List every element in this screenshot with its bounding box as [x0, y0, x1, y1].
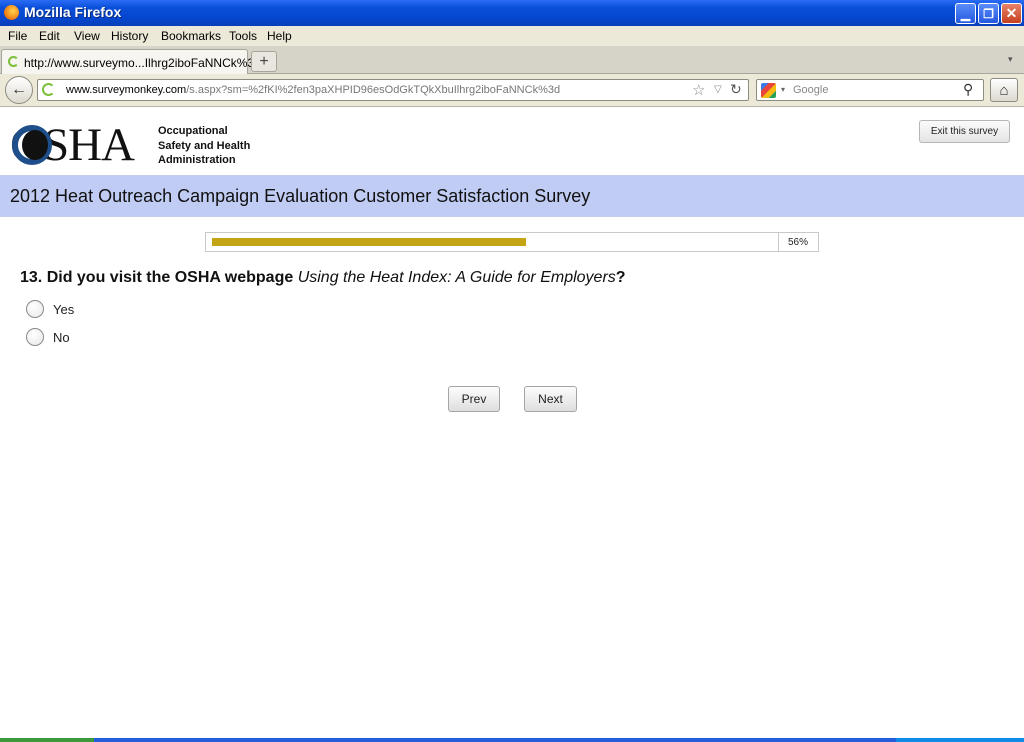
search-bar[interactable]: ▾ Google ⚲ [756, 79, 984, 101]
osha-agency-name: Occupational Safety and Health Administr… [158, 125, 251, 166]
tab-active[interactable]: http://www.surveymo...Ilhrg2iboFaNNCk%3d [1, 49, 261, 74]
radio-yes[interactable] [26, 300, 44, 318]
survey-title: 2012 Heat Outreach Campaign Evaluation C… [10, 186, 591, 206]
google-icon[interactable] [761, 83, 776, 98]
start-button[interactable] [0, 738, 94, 742]
menu-edit[interactable]: Edit [39, 29, 60, 43]
loading-icon [8, 56, 19, 67]
bookmark-star-icon[interactable]: ☆ [692, 81, 705, 99]
exit-survey-button[interactable]: Exit this survey [919, 120, 1010, 143]
url-host: www.surveymonkey.com [66, 84, 187, 96]
menu-help[interactable]: Help [267, 29, 292, 43]
survey-banner: 2012 Heat Outreach Campaign Evaluation C… [0, 175, 1024, 217]
tab-strip: http://www.surveymo...Ilhrg2iboFaNNCk%3d… [0, 46, 1024, 74]
site-loading-icon [42, 83, 55, 96]
url-text[interactable]: www.surveymonkey.com/s.aspx?sm=%2fKI%2fe… [66, 84, 560, 96]
search-icon[interactable]: ⚲ [963, 81, 973, 98]
system-tray [896, 738, 1024, 742]
window-title: Mozilla Firefox [24, 4, 122, 20]
new-tab-button[interactable]: + [251, 51, 277, 72]
back-button[interactable]: ← [5, 76, 33, 104]
navigation-bar: ← www.surveymonkey.com/s.aspx?sm=%2fKI%2… [0, 74, 1024, 107]
progress-fill [212, 238, 526, 246]
prev-button[interactable]: Prev [448, 386, 500, 412]
tab-label: http://www.surveymo...Ilhrg2iboFaNNCk%3d [24, 56, 261, 70]
question-emphasis: Using the Heat Index: A Guide for Employ… [297, 269, 616, 286]
taskbar [0, 738, 1024, 742]
url-path: /s.aspx?sm=%2fKI%2fen3paXHPID96esOdGkTQk… [186, 84, 561, 96]
firefox-icon [4, 5, 19, 20]
close-button[interactable]: ✕ [1001, 3, 1022, 24]
progress-percent: 56% [788, 237, 809, 248]
menu-history[interactable]: History [111, 29, 148, 43]
home-button[interactable]: ⌂ [990, 78, 1018, 102]
progress-track [206, 233, 779, 251]
reload-icon[interactable]: ↻ [730, 81, 742, 98]
maximize-button[interactable]: ❐ [978, 3, 999, 24]
page-content: OSHA Occupational Safety and Health Admi… [0, 108, 1024, 738]
window-titlebar: Mozilla Firefox ▁ ❐ ✕ [0, 0, 1024, 26]
menu-tools[interactable]: Tools [229, 29, 257, 43]
option-no-label[interactable]: No [53, 330, 70, 345]
url-bar[interactable]: www.surveymonkey.com/s.aspx?sm=%2fKI%2fe… [37, 79, 749, 101]
osha-logo[interactable]: OSHA Occupational Safety and Health Admi… [10, 122, 270, 169]
next-button[interactable]: Next [524, 386, 577, 412]
menu-bookmarks[interactable]: Bookmarks [161, 29, 221, 43]
menu-view[interactable]: View [74, 29, 100, 43]
search-input[interactable]: Google [793, 84, 828, 96]
search-engine-dropdown-icon[interactable]: ▾ [781, 85, 785, 94]
question-suffix: ? [615, 269, 626, 286]
tab-list-icon[interactable]: ▾ [1008, 54, 1013, 65]
menu-bar: File Edit View History Bookmarks Tools H… [0, 26, 1024, 46]
osha-o-center-icon [22, 130, 48, 160]
menu-file[interactable]: File [8, 29, 27, 43]
minimize-button[interactable]: ▁ [955, 3, 976, 24]
progress-bar: 56% [205, 232, 819, 252]
question-prefix: 13. Did you visit the OSHA webpage [20, 269, 298, 286]
history-dropdown-icon[interactable]: ▽ [714, 84, 722, 95]
radio-no[interactable] [26, 328, 44, 346]
question-text: 13. Did you visit the OSHA webpage Using… [20, 269, 626, 287]
option-yes-label[interactable]: Yes [53, 302, 74, 317]
